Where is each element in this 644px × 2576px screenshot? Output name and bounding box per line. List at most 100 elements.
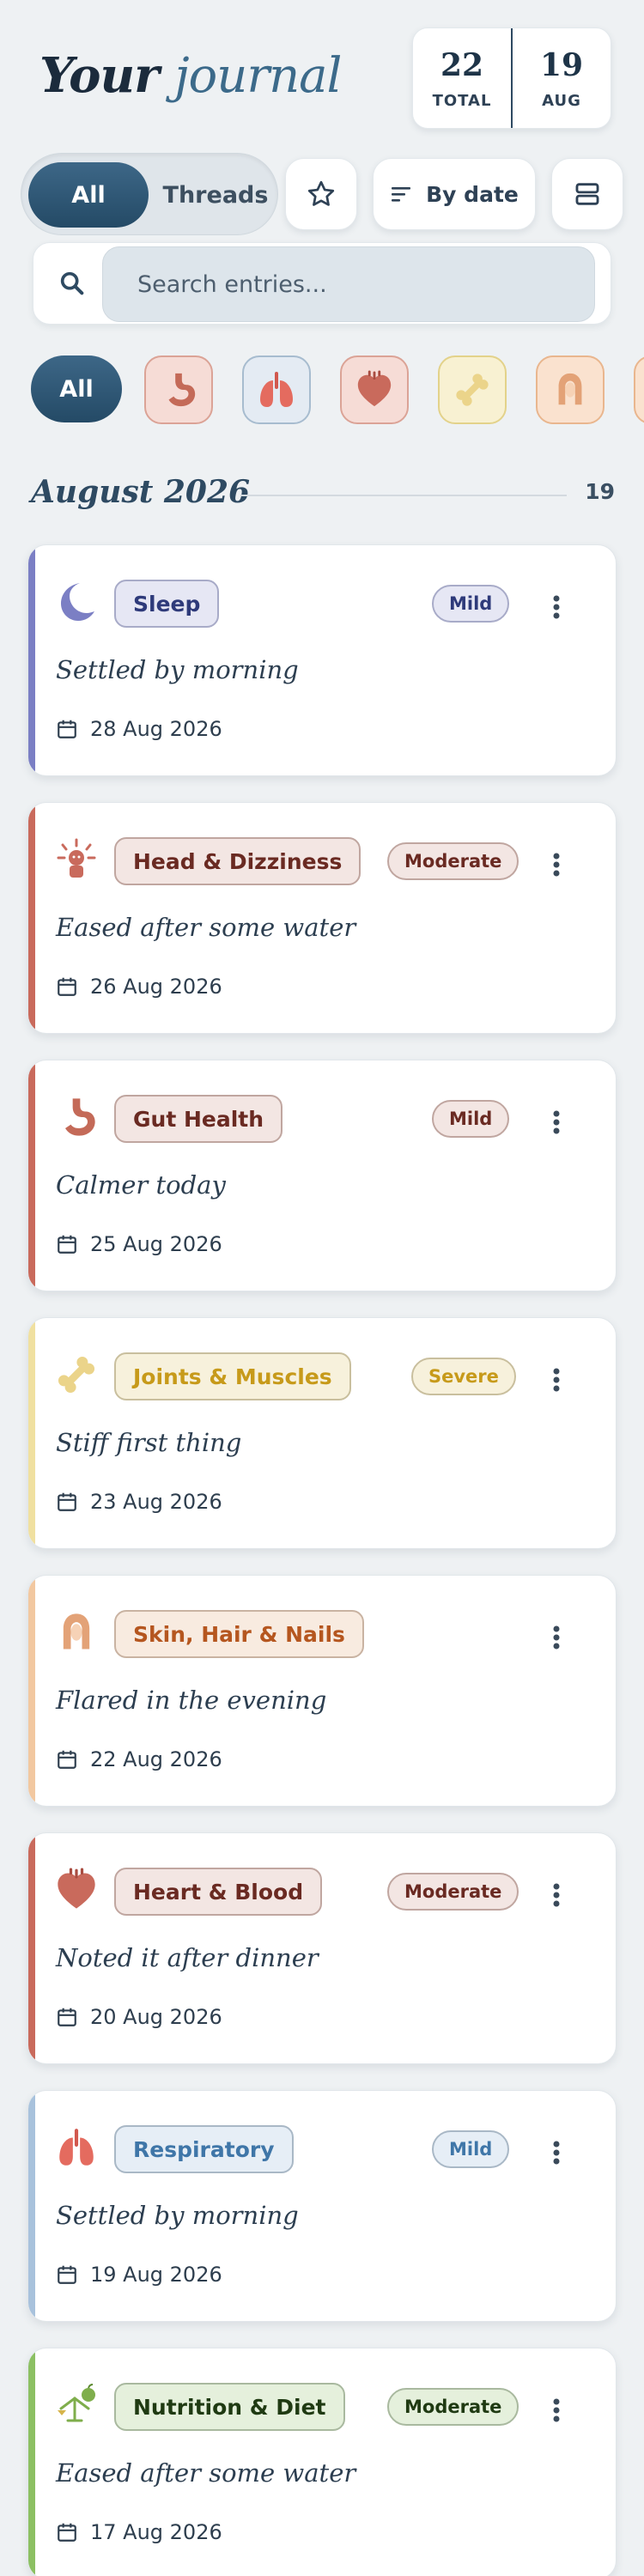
toolbar: All Threads By date bbox=[21, 153, 623, 235]
entry-accent-bar bbox=[28, 2091, 35, 2321]
entry-date-row: 25 Aug 2026 bbox=[56, 1232, 222, 1256]
entry-date: 19 Aug 2026 bbox=[90, 2263, 222, 2287]
sort-label: By date bbox=[426, 181, 519, 207]
entry-date-row: 17 Aug 2026 bbox=[56, 2520, 222, 2544]
entry-date: 23 Aug 2026 bbox=[90, 1490, 222, 1514]
title-word-1: Your bbox=[39, 47, 160, 104]
calendar-icon bbox=[58, 977, 76, 996]
entry-card[interactable]: Skin, Hair & Nails Flared in the evening… bbox=[27, 1575, 617, 1807]
entry-accent-bar bbox=[28, 545, 35, 775]
filter-all-chip[interactable]: All bbox=[31, 355, 122, 422]
entry-date-row: 28 Aug 2026 bbox=[56, 717, 222, 741]
star-icon bbox=[307, 180, 335, 206]
calendar-icon bbox=[58, 2008, 76, 2026]
calendar-icon bbox=[58, 720, 76, 738]
filter-chip-more[interactable] bbox=[634, 355, 644, 424]
bone-icon bbox=[456, 374, 489, 406]
entry-note: Eased after some water bbox=[56, 913, 356, 942]
title-word-2: journal bbox=[174, 48, 342, 104]
entry-date-row: 23 Aug 2026 bbox=[56, 1490, 222, 1514]
calendar-icon bbox=[58, 2523, 76, 2542]
entry-note: Eased after some water bbox=[56, 2458, 356, 2488]
search-bar bbox=[33, 242, 611, 325]
dizzy-head-icon bbox=[57, 838, 96, 878]
entry-card[interactable]: Heart & Blood Moderate Noted it after di… bbox=[27, 1832, 617, 2064]
entry-category-tag: Nutrition & Diet bbox=[114, 2383, 345, 2431]
filter-chip-skin[interactable] bbox=[536, 355, 605, 424]
more-options-icon[interactable] bbox=[544, 1620, 569, 1655]
more-options-icon[interactable] bbox=[544, 1105, 569, 1139]
entry-date: 22 Aug 2026 bbox=[90, 1747, 222, 1771]
filter-chip-heart[interactable] bbox=[340, 355, 409, 424]
entry-date-row: 22 Aug 2026 bbox=[56, 1747, 222, 1771]
entry-severity-badge: Mild bbox=[432, 585, 510, 623]
scale-apple-icon bbox=[58, 2384, 95, 2422]
list-layout-icon bbox=[575, 183, 599, 205]
more-options-icon[interactable] bbox=[544, 2136, 569, 2170]
more-options-icon[interactable] bbox=[544, 1878, 569, 1912]
hair-icon bbox=[63, 1613, 90, 1649]
month-divider bbox=[240, 495, 567, 496]
search-input[interactable] bbox=[102, 246, 595, 322]
entry-category-tag: Gut Health bbox=[114, 1095, 283, 1143]
calendar-icon bbox=[58, 1492, 76, 1511]
calendar-icon bbox=[58, 2265, 76, 2284]
entry-accent-bar bbox=[28, 1833, 35, 2063]
entry-note: Settled by morning bbox=[56, 2201, 299, 2230]
more-options-icon[interactable] bbox=[544, 590, 569, 624]
entry-card[interactable]: Sleep Mild Settled by morning 28 Aug 202… bbox=[27, 544, 617, 776]
sort-button[interactable]: By date bbox=[373, 158, 536, 230]
page-title: Your journal bbox=[39, 52, 342, 100]
filter-chip-gut[interactable] bbox=[144, 355, 213, 424]
entry-accent-bar bbox=[28, 2348, 35, 2576]
favorites-button[interactable] bbox=[285, 158, 357, 230]
entry-severity-badge: Moderate bbox=[387, 2388, 519, 2426]
more-options-icon[interactable] bbox=[544, 848, 569, 882]
entry-category-tag: Head & Dizziness bbox=[114, 837, 361, 885]
entry-severity-badge: Moderate bbox=[387, 842, 519, 880]
entry-category-tag: Respiratory bbox=[114, 2125, 294, 2173]
more-options-icon[interactable] bbox=[544, 2393, 569, 2427]
entry-date: 20 Aug 2026 bbox=[90, 2005, 222, 2029]
entry-accent-bar bbox=[28, 1318, 35, 1548]
segment-threads-button[interactable]: Threads bbox=[159, 162, 272, 228]
lungs-icon bbox=[59, 2129, 94, 2166]
entry-card[interactable]: Gut Health Mild Calmer today 25 Aug 2026 bbox=[27, 1060, 617, 1291]
segment-all-button[interactable]: All bbox=[28, 162, 149, 228]
entry-accent-bar bbox=[28, 803, 35, 1033]
entry-category-tag: Sleep bbox=[114, 580, 220, 628]
entry-note: Noted it after dinner bbox=[56, 1943, 319, 1972]
month-title: August 2026 bbox=[31, 474, 251, 510]
entry-severity-badge: Moderate bbox=[387, 1873, 519, 1911]
entry-date-row: 26 Aug 2026 bbox=[56, 975, 222, 999]
entry-card[interactable]: Joints & Muscles Severe Stiff first thin… bbox=[27, 1317, 617, 1549]
entry-date: 17 Aug 2026 bbox=[90, 2520, 222, 2544]
entry-card[interactable]: Nutrition & Diet Moderate Eased after so… bbox=[27, 2348, 617, 2576]
filter-chip-joints[interactable] bbox=[438, 355, 507, 424]
entry-accent-bar bbox=[28, 1576, 35, 1806]
entry-date-row: 20 Aug 2026 bbox=[56, 2005, 222, 2029]
entry-note: Calmer today bbox=[56, 1170, 226, 1200]
entry-date: 25 Aug 2026 bbox=[90, 1232, 222, 1256]
entry-card[interactable]: Respiratory Mild Settled by morning 19 A… bbox=[27, 2090, 617, 2322]
layout-toggle-button[interactable] bbox=[551, 158, 623, 230]
entry-category-tag: Joints & Muscles bbox=[114, 1352, 351, 1400]
header: Your journal 22 TOTAL 19 AUG bbox=[33, 26, 611, 137]
entry-card[interactable]: Head & Dizziness Moderate Eased after so… bbox=[27, 802, 617, 1034]
view-segmented-control: All Threads bbox=[21, 153, 278, 235]
lungs-icon bbox=[260, 372, 293, 407]
hair-icon bbox=[558, 373, 582, 405]
stat-total-label: TOTAL bbox=[432, 91, 492, 110]
entry-note: Settled by morning bbox=[56, 655, 299, 684]
month-header: August 2026 19 bbox=[31, 474, 615, 517]
moon-icon bbox=[61, 583, 94, 621]
entry-note: Stiff first thing bbox=[56, 1428, 242, 1457]
entry-date-row: 19 Aug 2026 bbox=[56, 2263, 222, 2287]
entry-severity-badge: Mild bbox=[432, 1100, 510, 1138]
entry-date: 28 Aug 2026 bbox=[90, 717, 222, 741]
more-options-icon[interactable] bbox=[544, 1363, 569, 1397]
month-count: 19 bbox=[585, 479, 615, 504]
filter-chip-respiratory[interactable] bbox=[242, 355, 311, 424]
stomach-icon bbox=[168, 373, 196, 407]
entry-category-tag: Skin, Hair & Nails bbox=[114, 1610, 364, 1658]
